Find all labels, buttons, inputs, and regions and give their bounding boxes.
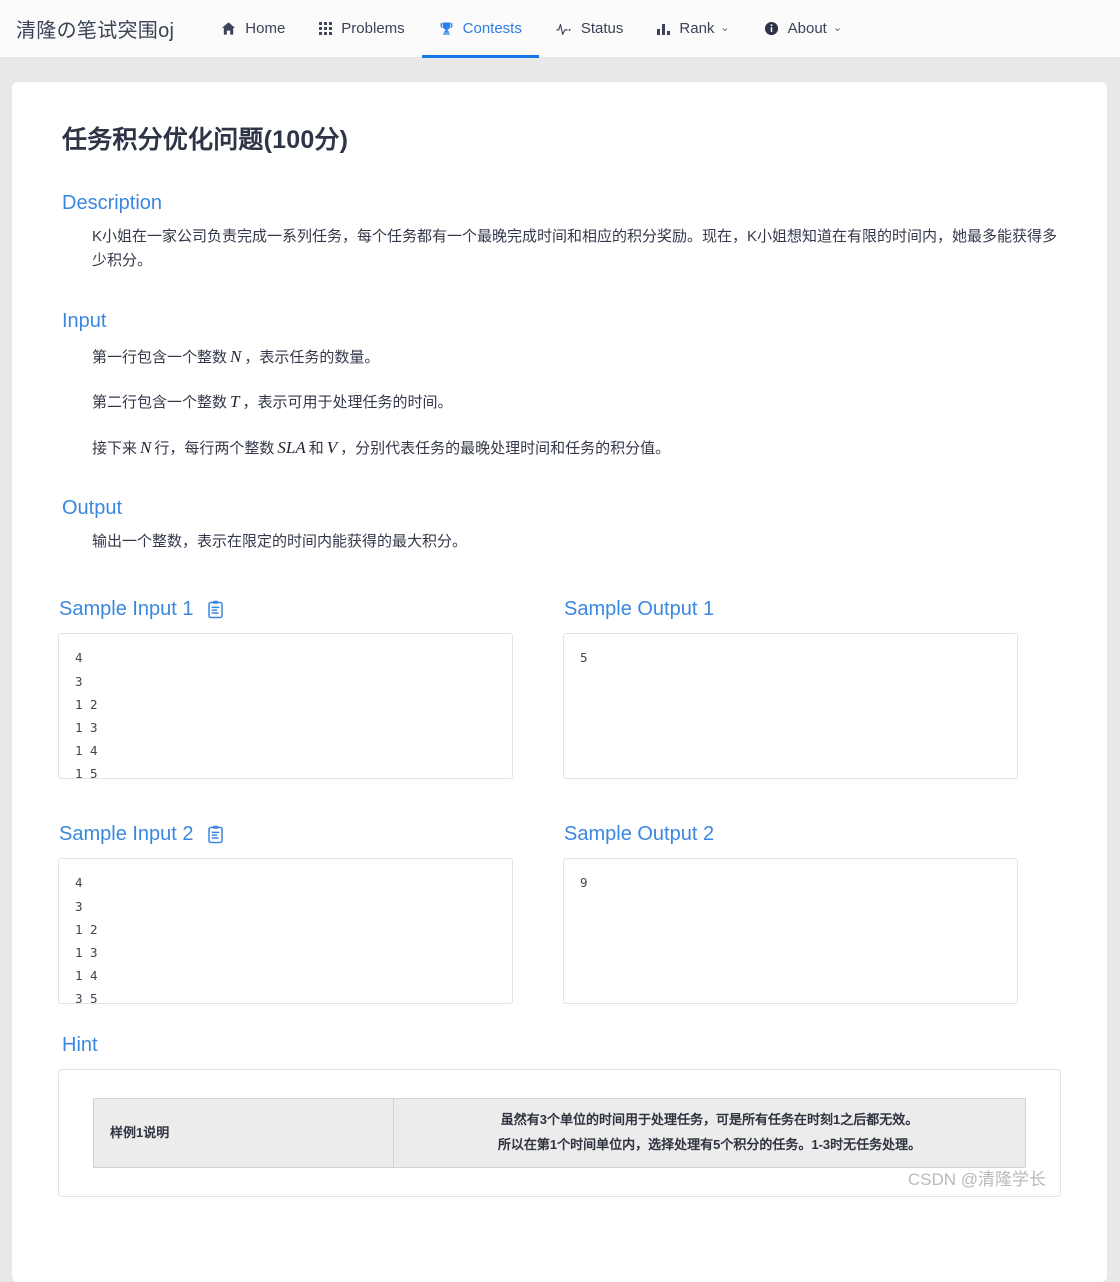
math-var-t: T	[230, 392, 240, 412]
info-icon	[764, 21, 779, 36]
nav-items: Home Problems Contests Status Rank ⌄ Abo…	[204, 0, 859, 58]
input-line-1: 第一行包含一个整数 N ，表示任务的数量。	[92, 343, 1061, 371]
top-navbar: 清隆の笔试突围oj Home Problems Contests Status …	[0, 0, 1120, 58]
math-var-sla: SLA	[277, 437, 306, 457]
site-brand[interactable]: 清隆の笔试突围oj	[16, 14, 174, 43]
sample-input-1-label: Sample Input 1	[59, 598, 194, 621]
input-line-3-suffix: ，分别代表任务的最晚处理时间和任务的积分值。	[340, 439, 671, 457]
sample-output-2-block: Sample Output 2 9	[563, 787, 1018, 1005]
nav-item-about[interactable]: About ⌄	[747, 0, 859, 58]
input-line-1-suffix: ，表示任务的数量。	[244, 348, 380, 366]
grid-icon	[319, 22, 333, 35]
chevron-down-icon-rank: ⌄	[720, 22, 730, 34]
section-heading-description: Description	[62, 192, 163, 214]
page-title: 任务积分优化问题(100分)	[62, 126, 349, 154]
sample-input-2-code[interactable]: 4 3 1 2 1 3 1 4 3 5	[58, 858, 513, 1005]
nav-item-contests[interactable]: Contests	[421, 0, 539, 58]
trophy-icon	[439, 21, 454, 36]
nav-label-contests: Contests	[462, 20, 522, 37]
clipboard-icon-1[interactable]	[207, 600, 224, 619]
sample-output-2-heading: Sample Output 2	[564, 823, 1018, 846]
sample-input-2-label: Sample Input 2	[59, 823, 194, 846]
hint-desc-line-2: 所以在第1个时间单位内，选择处理有5个积分的任务。1-3时无任务处理。	[497, 1137, 922, 1153]
section-heading-hint: Hint	[62, 1034, 98, 1057]
description-text: K小姐在一家公司负责完成一系列任务，每个任务都有一个最晚完成时间和相应的积分奖励…	[92, 228, 1058, 270]
input-line-3-prefix: 接下来	[92, 439, 138, 457]
section-heading-input: Input	[62, 309, 107, 332]
math-var-v: V	[326, 437, 338, 457]
watermark: CSDN @清隆学长	[907, 1169, 1046, 1189]
nav-label-status: Status	[580, 20, 624, 37]
bar-chart-icon	[657, 22, 671, 35]
nav-item-rank[interactable]: Rank ⌄	[640, 0, 746, 58]
output-text: 输出一个整数，表示在限定的时间内能获得的最大积分。	[92, 533, 468, 551]
hint-desc-line-1: 虽然有3个单位的时间用于处理任务，可是所有任务在时刻1之后都无效。	[500, 1112, 919, 1128]
sample-output-1-code[interactable]: 5	[563, 633, 1018, 780]
nav-label-about: About	[787, 20, 827, 37]
sample-group-1: Sample Input 1 4 3 1 2 1 3 1 4 1 5 Sampl…	[58, 562, 1061, 780]
problem-card: 任务积分优化问题(100分) Description K小姐在一家公司负责完成一…	[12, 82, 1107, 1282]
activity-icon	[556, 22, 572, 36]
input-line-3-mid: 行，每行两个整数	[154, 439, 275, 457]
hint-row-label: 样例1说明	[93, 1098, 394, 1168]
nav-item-home[interactable]: Home	[204, 0, 302, 58]
home-icon	[221, 21, 236, 36]
sample-output-1-heading: Sample Output 1	[564, 598, 1018, 621]
sample-output-2-label: Sample Output 2	[564, 823, 715, 846]
nav-item-status[interactable]: Status	[539, 0, 641, 58]
section-heading-output: Output	[62, 497, 123, 520]
nav-label-problems: Problems	[341, 20, 405, 37]
hint-row-desc: 虽然有3个单位的时间用于处理任务，可是所有任务在时刻1之后都无效。 所以在第1个…	[393, 1098, 1026, 1168]
hint-table: 样例1说明 虽然有3个单位的时间用于处理任务，可是所有任务在时刻1之后都无效。 …	[93, 1098, 1026, 1168]
sample-group-2: Sample Input 2 4 3 1 2 1 3 1 4 3 5 Sampl…	[58, 787, 1061, 1005]
input-line-2: 第二行包含一个整数 T ，表示可用于处理任务的时间。	[92, 388, 1061, 416]
input-line-3: 接下来 N 行，每行两个整数 SLA 和 V ，分别代表任务的最晚处理时间和任务的积分值。	[92, 434, 1061, 462]
hint-box: 样例1说明 虽然有3个单位的时间用于处理任务，可是所有任务在时刻1之后都无效。 …	[58, 1069, 1061, 1197]
nav-label-rank: Rank	[679, 20, 715, 37]
input-line-2-prefix: 第二行包含一个整数	[92, 394, 228, 412]
sample-input-2-heading: Sample Input 2	[59, 823, 513, 846]
sample-input-1-code[interactable]: 4 3 1 2 1 3 1 4 1 5	[58, 633, 513, 780]
clipboard-icon-2[interactable]	[207, 825, 224, 844]
nav-label-home: Home	[245, 20, 286, 37]
active-tab-underline	[421, 54, 539, 58]
input-line-1-prefix: 第一行包含一个整数	[92, 348, 228, 366]
chevron-down-icon-about: ⌄	[832, 22, 843, 34]
input-line-3-and: 和	[308, 439, 324, 457]
sample-output-1-block: Sample Output 1 5	[563, 562, 1018, 780]
nav-item-problems[interactable]: Problems	[302, 0, 421, 58]
sample-output-1-label: Sample Output 1	[564, 598, 715, 621]
sample-input-1-heading: Sample Input 1	[59, 598, 513, 621]
input-text: 第一行包含一个整数 N ，表示任务的数量。 第二行包含一个整数 T ，表示可用于处理任务…	[92, 343, 1061, 462]
sample-input-1-block: Sample Input 1 4 3 1 2 1 3 1 4 1 5	[58, 562, 513, 780]
math-var-n-2: N	[140, 437, 152, 457]
input-line-2-suffix: ，表示可用于处理任务的时间。	[242, 394, 453, 412]
table-row: 样例1说明 虽然有3个单位的时间用于处理任务，可是所有任务在时刻1之后都无效。 …	[93, 1098, 1026, 1168]
sample-input-2-block: Sample Input 2 4 3 1 2 1 3 1 4 3 5	[58, 787, 513, 1005]
sample-output-2-code[interactable]: 9	[563, 858, 1018, 1005]
math-var-n: N	[230, 346, 242, 366]
